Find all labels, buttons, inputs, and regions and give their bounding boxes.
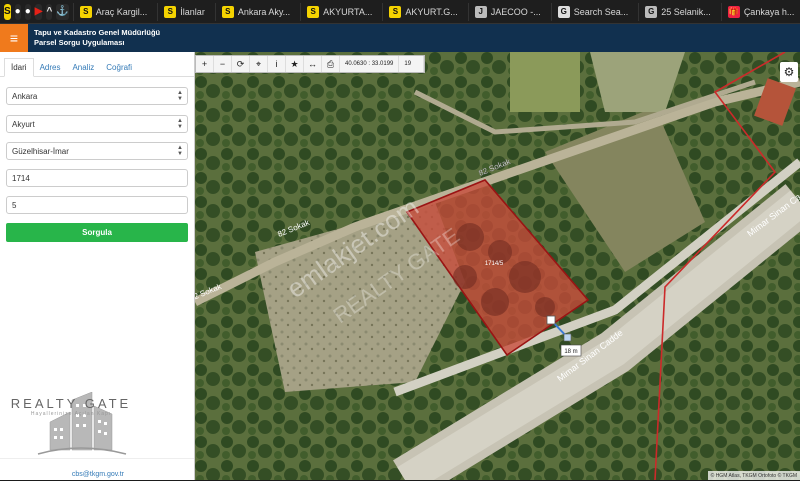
location-icon[interactable]: ●	[24, 3, 31, 20]
brand-slogan: Hayallerinize Açılan Kapı	[30, 411, 112, 417]
browser-tab-label: Ankara Aky...	[237, 6, 291, 17]
youtube-icon[interactable]: ▶	[34, 3, 43, 20]
browser-tab[interactable]: 🎁 Çankaya h...	[720, 2, 800, 21]
document-icon: G	[645, 5, 658, 18]
measure-icon[interactable]: ↔	[304, 56, 322, 72]
settings-button[interactable]: ⚙	[780, 62, 798, 82]
app-title: Tapu ve Kadastro Genel Müdürlüğü Parsel …	[34, 28, 160, 48]
tab-adres[interactable]: Adres	[34, 59, 67, 76]
zoom-level-readout: 19	[399, 56, 425, 72]
browser-tab-label: Search Sea...	[573, 6, 629, 17]
app-title-line1: Tapu ve Kadastro Genel Müdürlüğü	[34, 28, 161, 37]
sorgula-button[interactable]: Sorgula	[6, 223, 188, 242]
browser-tab[interactable]: J JAECOO -...	[467, 2, 547, 21]
district-value: Akyurt	[12, 119, 35, 129]
map-view[interactable]: 18 m 82 Sokak 82 Sokak 82 Sokak Mimar Si…	[195, 52, 800, 480]
open-field	[510, 52, 580, 112]
neighborhood-value: Güzelhisar-İmar	[12, 146, 69, 156]
tab-analiz[interactable]: Analiz	[66, 59, 100, 76]
zoom-out-icon[interactable]: −	[214, 56, 232, 72]
browser-tab[interactable]: S İlanlar	[157, 2, 211, 21]
gift-icon: 🎁	[727, 5, 740, 18]
measure-handle[interactable]	[546, 315, 556, 325]
measure-label: 18 m	[564, 349, 577, 355]
menu-icon: ≡	[9, 30, 19, 46]
query-panel: İdari Adres Analiz Coğrafi Ankara ▲ ▼ Aky…	[0, 52, 195, 480]
map-attribution: © HGM Atlas, TKGM Ortofoto © TKGM	[707, 471, 800, 480]
app-title-line2: Parsel Sorgu Uygulaması	[34, 38, 125, 47]
sahibinden-icon: S	[164, 5, 177, 18]
browser-tab[interactable]: S AKYURTA...	[300, 2, 378, 21]
browser-tab[interactable]: S Ankara Aky...	[214, 2, 296, 21]
browser-tab-label: 25 Selanik...	[661, 6, 711, 17]
parcel-label: 1714/5	[485, 261, 504, 267]
tab-cografi[interactable]: Coğrafi	[100, 59, 138, 76]
locate-icon[interactable]: ⌖	[250, 56, 268, 72]
tab-idari[interactable]: İdari	[4, 58, 34, 77]
anchor-icon[interactable]: ⚓	[56, 3, 69, 20]
google-icon: G	[557, 5, 570, 18]
info-icon[interactable]: i	[268, 56, 286, 72]
province-select[interactable]: Ankara ▲ ▼	[6, 87, 188, 105]
browser-tab-label: Araç Kargil...	[95, 6, 148, 17]
satellite-imagery: 18 m 82 Sokak 82 Sokak 82 Sokak Mimar Si…	[195, 52, 800, 480]
sahibinden-icon: S	[221, 5, 234, 18]
browser-tab-label: İlanlar	[180, 6, 205, 17]
district-select[interactable]: Akyurt ▲ ▼	[6, 115, 188, 133]
panel-tabs: İdari Adres Analiz Coğrafi	[0, 52, 194, 77]
select-arrow-icon: ▲ ▼	[177, 145, 183, 157]
print-icon[interactable]: ⎙	[322, 56, 340, 72]
star-icon[interactable]: ★	[286, 56, 304, 72]
browser-tab-label: JAECOO -...	[490, 6, 541, 17]
browser-tab-label: AKYURT.G...	[405, 6, 458, 17]
neighborhood-select[interactable]: Güzelhisar-İmar ▲ ▼	[6, 142, 188, 160]
bookmarks-bar: S ● ● ▶ ^ ⚓ S Araç Kargil... S İlanlar S Ankara Aky…	[0, 0, 800, 24]
zoom-in-icon[interactable]: +	[196, 56, 214, 72]
parcel-input[interactable]: 5	[6, 196, 188, 214]
browser-tab[interactable]: G Search Sea...	[550, 2, 635, 21]
parcel-value: 5	[12, 200, 17, 210]
menu-button[interactable]: ≡	[0, 24, 28, 52]
map-toolbar: + − ⟳ ⌖ i ★ ↔ ⎙ 40.0630 : 33.0199 19	[195, 55, 426, 73]
province-value: Ankara	[12, 91, 38, 101]
refresh-icon[interactable]: ⟳	[232, 56, 250, 72]
browser-tab-label: Çankaya h...	[743, 6, 795, 17]
browser-tab-label: AKYURTA...	[323, 6, 373, 17]
sahibinden-icon: S	[79, 5, 92, 18]
sahibinden-icon: S	[307, 5, 320, 18]
app-header: ≡ Tapu ve Kadastro Genel Müdürlüğü Parse…	[0, 24, 800, 52]
sahibinden-icon[interactable]: S	[4, 3, 11, 20]
browser-tab[interactable]: S Araç Kargil...	[72, 2, 154, 21]
app-icon[interactable]: ^	[46, 3, 53, 20]
browser-tab[interactable]: S AKYURT.G...	[382, 2, 463, 21]
coordinate-readout: 40.0630 : 33.0199	[340, 56, 400, 72]
select-arrow-icon: ▲ ▼	[177, 90, 183, 102]
block-input[interactable]: 1714	[6, 169, 188, 187]
browser-tab[interactable]: G 25 Selanik...	[638, 2, 717, 21]
sahibinden-icon: S	[389, 5, 402, 18]
jaecoo-icon: J	[474, 5, 487, 18]
brand-name: REALTY GATE	[10, 396, 132, 411]
measure-handle[interactable]	[563, 333, 572, 342]
block-value: 1714	[12, 173, 30, 183]
panel-footer: cbs@tkgm.gov.tr	[0, 458, 194, 481]
contact-email[interactable]: cbs@tkgm.gov.tr	[72, 471, 124, 478]
pin-icon[interactable]: ●	[14, 3, 21, 20]
gear-icon: ⚙	[783, 65, 795, 79]
select-arrow-icon: ▲ ▼	[177, 118, 183, 130]
